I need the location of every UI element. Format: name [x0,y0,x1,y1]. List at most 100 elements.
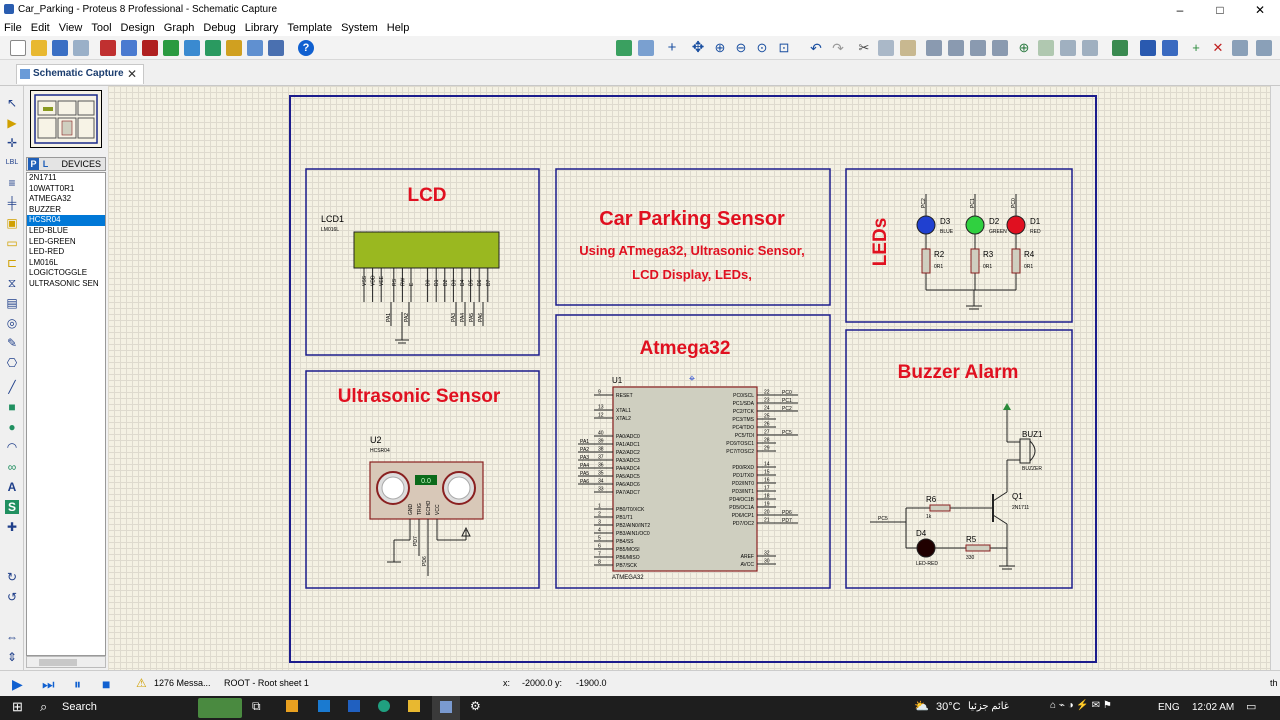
exit-to-parent-icon[interactable] [1232,40,1248,56]
mail-icon[interactable] [318,700,330,712]
schematic-icon[interactable] [121,40,137,56]
scroll-thumb[interactable] [39,659,77,666]
zoom-out-icon[interactable]: ⊖ [733,40,749,56]
overview-thumbnail[interactable] [30,90,102,148]
tab-schematic-capture[interactable]: Schematic Capture ✕ [16,64,144,84]
menu-help[interactable]: Help [383,20,415,35]
cut-icon[interactable]: ✂ [856,40,872,56]
warning-icon[interactable]: ⚠ [136,676,147,690]
maximize-button[interactable]: □ [1200,0,1240,20]
schematic-canvas[interactable]: LCD LCD1 LM016L VSS VDD VEE RS RW E D0 D1 D2 D3 D4… [108,86,1280,670]
notifications-icon[interactable]: ▭ [1246,700,1256,713]
pause-button[interactable]: ⏸ [74,676,81,693]
rotate-clockwise-icon[interactable]: ↻ [5,570,19,584]
marker-icon[interactable]: ✚ [5,520,19,534]
line-icon[interactable]: ╱ [5,380,19,394]
probe-icon[interactable]: ✎ [5,336,19,350]
wire-label-icon[interactable]: LBL [5,156,19,170]
windows-start-icon[interactable]: ⊞ [12,699,23,715]
design-explorer-icon[interactable] [247,40,263,56]
device-pin-icon[interactable]: ⊏ [5,256,19,270]
box-icon[interactable]: ■ [5,400,19,414]
text-script-icon[interactable]: ≡ [5,176,19,190]
selection-mode-icon[interactable]: ↖ [5,96,19,110]
vsm-studio-icon[interactable] [268,40,284,56]
tray-icons[interactable]: ⌂ ⌁ ◑ ⚡ ✉ ⚑ [1050,700,1112,711]
resistor-r6[interactable] [929,504,951,512]
menu-design[interactable]: Design [117,20,160,35]
grid-toggle-icon[interactable] [638,40,654,56]
library-manager-button[interactable]: L [40,158,51,170]
device-list-item[interactable]: LM016L [27,258,105,269]
led-d2[interactable] [965,215,985,235]
help-icon[interactable]: ? [298,40,314,56]
active-popup-icon[interactable]: ▤ [5,296,19,310]
symbol-icon[interactable]: S [5,500,19,514]
remove-sheet-icon[interactable]: ✕ [1210,40,1226,56]
led-resistor[interactable] [921,248,931,274]
edge-icon[interactable] [378,700,390,712]
terminal-icon[interactable]: ▭ [5,236,19,250]
menu-library[interactable]: Library [241,20,284,35]
device-list-item[interactable]: LOGICTOGGLE [27,268,105,279]
bus-icon[interactable]: ╪ [5,196,19,210]
menu-template[interactable]: Template [283,20,337,35]
block-move-icon[interactable] [948,40,964,56]
3d-view-icon[interactable] [184,40,200,56]
led-d3[interactable] [916,215,936,235]
device-list-item[interactable]: 10WATT0R1 [27,184,105,195]
menu-file[interactable]: File [0,20,27,35]
pan-icon[interactable]: ✥ [690,40,706,56]
generator-icon[interactable]: ◎ [5,316,19,330]
menu-view[interactable]: View [55,20,88,35]
led-resistor[interactable] [1011,248,1021,274]
search-icon[interactable]: ⌕ [40,699,47,715]
zoom-in-icon[interactable]: ⊕ [712,40,728,56]
electrical-rule-check-icon[interactable] [1256,40,1272,56]
tab-close-icon[interactable]: ✕ [127,65,137,83]
stop-button[interactable]: ■ [102,676,110,692]
play-button[interactable]: ▶ [12,676,23,693]
mirror-horizontal-icon[interactable]: ⇔ [5,630,19,644]
zoom-all-icon[interactable]: ⊙ [754,40,770,56]
devices-list[interactable]: 2N1711 10WATT0R1 ATMEGA32 BUZZER HCSR04 LED-B… [26,172,106,656]
close-button[interactable]: ✕ [1240,0,1280,20]
package-tool-icon[interactable] [1060,40,1076,56]
block-rotate-icon[interactable] [970,40,986,56]
lcd-display[interactable] [353,231,500,269]
input-language[interactable]: ENG [1158,702,1180,713]
block-delete-icon[interactable] [992,40,1008,56]
pcb-icon[interactable] [142,40,158,56]
open-folder-icon[interactable] [31,40,47,56]
menu-graph[interactable]: Graph [160,20,200,35]
messages-count[interactable]: 1276 Messa... [154,678,211,688]
pick-device-icon[interactable]: ⊕ [1016,40,1032,56]
junction-dot-icon[interactable]: ✛ [5,136,19,150]
arc-icon[interactable]: ◠ [5,440,19,454]
device-list-item[interactable]: LED-BLUE [27,226,105,237]
task-view-icon[interactable]: ⧉ [252,699,261,714]
refresh-icon[interactable] [616,40,632,56]
menu-edit[interactable]: Edit [27,20,55,35]
make-device-icon[interactable] [1038,40,1054,56]
device-list-item[interactable]: BUZZER [27,205,105,216]
device-list-item[interactable]: ATMEGA32 [27,194,105,205]
resistor-r5[interactable] [965,544,991,552]
circle-icon[interactable]: ● [5,420,19,434]
step-button[interactable]: ⏭ [42,676,55,693]
save-icon[interactable] [52,40,68,56]
new-file-icon[interactable] [10,40,26,56]
home-icon[interactable] [100,40,116,56]
path-icon[interactable]: ∞ [5,460,19,474]
decompose-icon[interactable] [1082,40,1098,56]
device-list-item[interactable]: HCSR04 [27,215,105,226]
devices-horizontal-scrollbar[interactable] [26,656,106,668]
wire-autorouter-icon[interactable] [1112,40,1128,56]
settings-icon[interactable]: ⚙ [470,699,481,713]
cost-icon[interactable] [226,40,242,56]
taskbar-search-label[interactable]: Search [62,701,97,713]
text-icon[interactable]: A [5,480,19,494]
led-resistor[interactable] [970,248,980,274]
graph-icon[interactable]: ⧖ [5,276,19,290]
menu-tool[interactable]: Tool [87,20,116,35]
